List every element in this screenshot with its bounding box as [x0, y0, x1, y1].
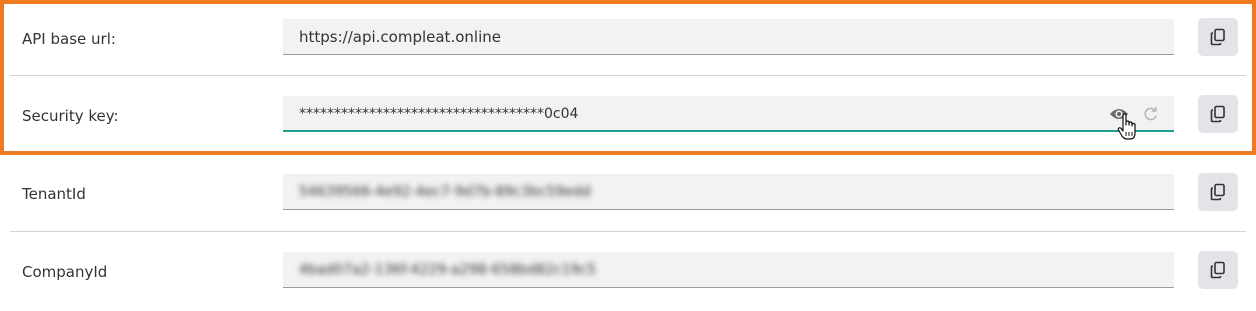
- regenerate-key-button[interactable]: [1140, 103, 1162, 125]
- copy-api-base-url-button[interactable]: [1198, 18, 1238, 56]
- copy-company-id-button[interactable]: [1198, 251, 1238, 289]
- copy-icon: [1210, 183, 1225, 201]
- security-key-label: Security key:: [22, 107, 119, 125]
- security-key-field[interactable]: ***********************************0c04: [283, 96, 1174, 132]
- divider: [10, 231, 1246, 232]
- copy-icon: [1210, 105, 1225, 123]
- company-id-value: 4bad07a2-136f-4229-a298-658bd82c19c5: [299, 262, 597, 278]
- refresh-icon: [1144, 107, 1157, 121]
- api-base-url-row: API base url: https://api.compleat.onlin…: [10, 0, 1256, 78]
- divider: [10, 75, 1246, 76]
- security-key-value: ***********************************0c04: [299, 106, 579, 122]
- tenant-id-value: 54639566-4e92-4ec7-9d7b-89c3bc59edd: [299, 184, 591, 200]
- api-base-url-label: API base url:: [22, 30, 116, 48]
- tenant-id-label: TenantId: [22, 185, 86, 203]
- company-id-field[interactable]: 4bad07a2-136f-4229-a298-658bd82c19c5: [283, 252, 1174, 288]
- company-id-label: CompanyId: [22, 263, 108, 281]
- api-base-url-field[interactable]: https://api.compleat.online: [283, 19, 1174, 55]
- tenant-id-field[interactable]: 54639566-4e92-4ec7-9d7b-89c3bc59edd: [283, 174, 1174, 210]
- company-id-row: CompanyId 4bad07a2-136f-4229-a298-658bd8…: [10, 233, 1256, 311]
- hand-pointer-cursor: [1117, 113, 1136, 140]
- api-base-url-value: https://api.compleat.online: [299, 28, 501, 46]
- security-key-row: Security key: **************************…: [10, 77, 1256, 155]
- copy-icon: [1210, 261, 1225, 279]
- copy-icon: [1210, 28, 1225, 46]
- copy-tenant-id-button[interactable]: [1198, 173, 1238, 211]
- tenant-id-row: TenantId 54639566-4e92-4ec7-9d7b-89c3bc5…: [10, 155, 1256, 233]
- copy-security-key-button[interactable]: [1198, 95, 1238, 133]
